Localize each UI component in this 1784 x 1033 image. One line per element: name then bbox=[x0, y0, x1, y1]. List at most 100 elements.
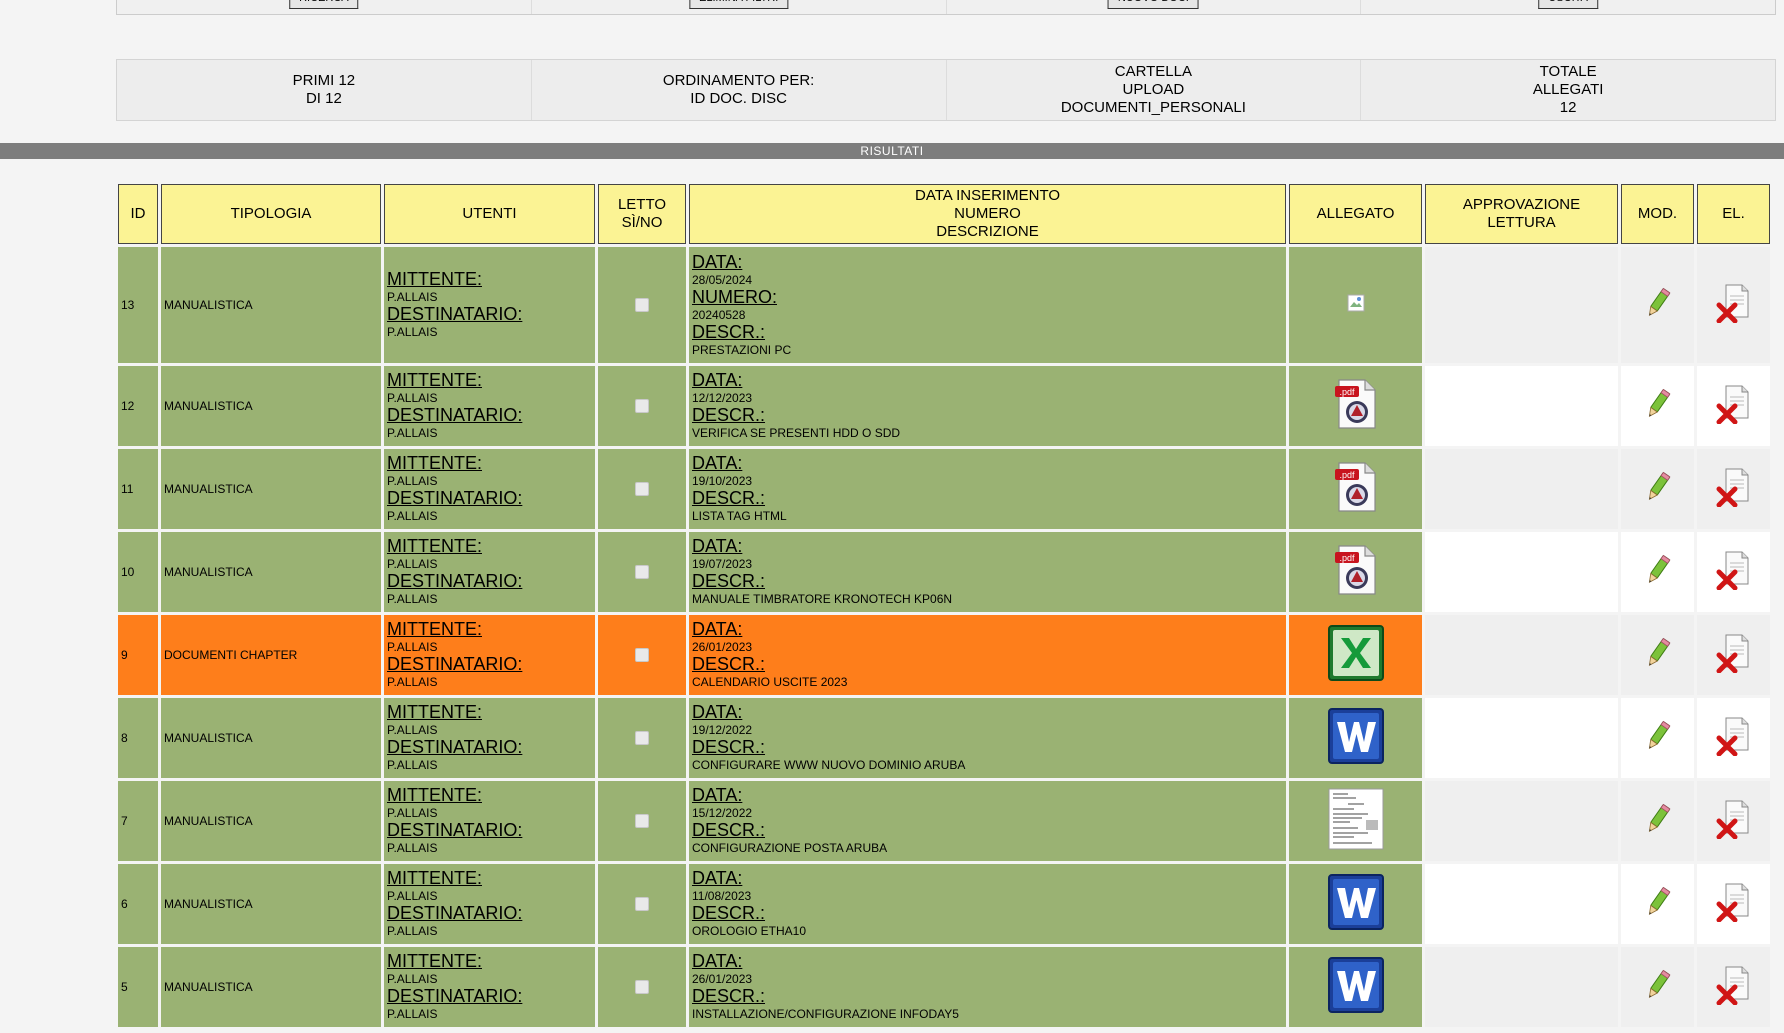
read-checkbox[interactable] bbox=[635, 979, 649, 994]
delete-document-icon[interactable] bbox=[1716, 550, 1752, 595]
read-checkbox[interactable] bbox=[635, 564, 649, 579]
utenti-cell: MITTENTE: P.ALLAIS DESTINATARIO: P.ALLAI… bbox=[384, 247, 595, 363]
read-checkbox[interactable] bbox=[635, 647, 649, 662]
mod-cell bbox=[1621, 864, 1694, 944]
col-header-id[interactable]: ID bbox=[118, 184, 158, 244]
edit-pencil-icon[interactable] bbox=[1642, 388, 1674, 425]
edit-pencil-icon[interactable] bbox=[1642, 637, 1674, 674]
table-header-row: ID TIPOLOGIA UTENTI LETTO SÌ/NO DATA INSE… bbox=[118, 184, 1770, 244]
table-row[interactable]: 12 MANUALISTICA MITTENTE: P.ALLAIS DESTI… bbox=[118, 366, 1770, 446]
delete-document-icon[interactable] bbox=[1716, 882, 1752, 927]
table-row[interactable]: 13 MANUALISTICA MITTENTE: P.ALLAIS DESTI… bbox=[118, 247, 1770, 363]
mittente-label: MITTENTE: bbox=[387, 702, 482, 722]
tipologia-cell: MANUALISTICA bbox=[161, 781, 381, 861]
descr-value: PRESTAZIONI PC bbox=[692, 342, 792, 357]
id-cell: 11 bbox=[118, 449, 158, 529]
search-button[interactable]: RICERCA bbox=[289, 0, 359, 9]
delete-document-icon[interactable] bbox=[1716, 965, 1752, 1010]
edit-pencil-icon[interactable] bbox=[1642, 969, 1674, 1006]
pdf-icon[interactable]: .pdf bbox=[1333, 544, 1379, 601]
tipologia-cell: MANUALISTICA bbox=[161, 947, 381, 1027]
id-cell: 5 bbox=[118, 947, 158, 1027]
edit-pencil-icon[interactable] bbox=[1642, 471, 1674, 508]
data-value: 19/12/2022 bbox=[692, 723, 753, 737]
edit-pencil-icon[interactable] bbox=[1642, 554, 1674, 591]
clear-filters-button[interactable]: ELIMINA FILTRI bbox=[688, 0, 789, 9]
new-document-button[interactable]: NUOVO DOC. bbox=[1107, 0, 1199, 9]
edit-pencil-icon[interactable] bbox=[1642, 803, 1674, 840]
descr-label: DESCR.: bbox=[692, 321, 766, 342]
word-icon[interactable] bbox=[1327, 956, 1384, 1018]
table-row[interactable]: 5 MANUALISTICA MITTENTE: P.ALLAIS DESTIN… bbox=[118, 947, 1770, 1027]
mittente-value: P.ALLAIS bbox=[387, 723, 438, 737]
tipologia-cell: MANUALISTICA bbox=[161, 698, 381, 778]
table-row[interactable]: 7 MANUALISTICA MITTENTE: P.ALLAIS DESTIN… bbox=[118, 781, 1770, 861]
pdf-icon[interactable]: .pdf bbox=[1333, 378, 1379, 435]
table-row[interactable]: 9 DOCUMENTI CHAPTER MITTENTE: P.ALLAIS D… bbox=[118, 615, 1770, 695]
read-checkbox[interactable] bbox=[635, 813, 649, 828]
table-row[interactable]: 6 MANUALISTICA MITTENTE: P.ALLAIS DESTIN… bbox=[118, 864, 1770, 944]
id-cell: 8 bbox=[118, 698, 158, 778]
results-table: ID TIPOLOGIA UTENTI LETTO SÌ/NO DATA INSE… bbox=[115, 181, 1773, 1030]
edit-pencil-icon[interactable] bbox=[1642, 287, 1674, 324]
utenti-cell: MITTENTE: P.ALLAIS DESTINATARIO: P.ALLAI… bbox=[384, 698, 595, 778]
table-row[interactable]: 10 MANUALISTICA MITTENTE: P.ALLAIS DESTI… bbox=[118, 532, 1770, 612]
edit-pencil-icon[interactable] bbox=[1642, 720, 1674, 757]
delete-document-icon[interactable] bbox=[1716, 283, 1752, 328]
col-header-approvazione[interactable]: APPROVAZIONE LETTURA bbox=[1425, 184, 1618, 244]
id-cell: 13 bbox=[118, 247, 158, 363]
read-checkbox[interactable] bbox=[635, 896, 649, 911]
col-header-utenti[interactable]: UTENTI bbox=[384, 184, 595, 244]
descr-label: DESCR.: bbox=[692, 986, 766, 1006]
data-label: DATA: bbox=[692, 536, 743, 556]
col-header-allegato[interactable]: ALLEGATO bbox=[1289, 184, 1422, 244]
read-checkbox[interactable] bbox=[635, 297, 649, 312]
data-label: DATA: bbox=[692, 868, 743, 888]
delete-document-icon[interactable] bbox=[1716, 467, 1752, 512]
attachments-total: TOTALE ALLEGATI 12 bbox=[1532, 63, 1604, 116]
word-icon[interactable] bbox=[1327, 707, 1384, 769]
read-checkbox[interactable] bbox=[635, 730, 649, 745]
utenti-cell: MITTENTE: P.ALLAIS DESTINATARIO: P.ALLAI… bbox=[384, 781, 595, 861]
document-thumbnail-icon[interactable] bbox=[1328, 788, 1384, 855]
descr-label: DESCR.: bbox=[692, 488, 766, 508]
descr-value: MANUALE TIMBRATORE KRONOTECH KP06N bbox=[692, 592, 953, 606]
el-cell bbox=[1697, 247, 1770, 363]
letto-cell bbox=[598, 698, 686, 778]
col-header-mod[interactable]: MOD. bbox=[1621, 184, 1694, 244]
col-header-el[interactable]: EL. bbox=[1697, 184, 1770, 244]
delete-document-icon[interactable] bbox=[1716, 716, 1752, 761]
destinatario-label: DESTINATARIO: bbox=[387, 986, 523, 1006]
col-header-data[interactable]: DATA INSERIMENTO NUMERO DESCRIZIONE bbox=[689, 184, 1286, 244]
table-row[interactable]: 8 MANUALISTICA MITTENTE: P.ALLAIS DESTIN… bbox=[118, 698, 1770, 778]
destinatario-label: DESTINATARIO: bbox=[387, 903, 523, 923]
numero-value: 20240528 bbox=[692, 307, 746, 322]
destinatario-label: DESTINATARIO: bbox=[387, 304, 523, 324]
edit-pencil-icon[interactable] bbox=[1642, 886, 1674, 923]
broken-image-icon[interactable] bbox=[1347, 294, 1365, 317]
el-cell bbox=[1697, 947, 1770, 1027]
tipologia-cell: DOCUMENTI CHAPTER bbox=[161, 615, 381, 695]
mittente-label: MITTENTE: bbox=[387, 453, 482, 473]
exit-button[interactable]: USCITA bbox=[1538, 0, 1598, 9]
destinatario-label: DESTINATARIO: bbox=[387, 488, 523, 508]
read-checkbox[interactable] bbox=[635, 398, 649, 413]
mittente-label: MITTENTE: bbox=[387, 370, 482, 390]
word-icon[interactable] bbox=[1327, 873, 1384, 935]
descr-label: DESCR.: bbox=[692, 571, 766, 591]
destinatario-value: P.ALLAIS bbox=[387, 924, 438, 938]
delete-document-icon[interactable] bbox=[1716, 384, 1752, 429]
destinatario-value: P.ALLAIS bbox=[387, 841, 438, 855]
delete-document-icon[interactable] bbox=[1716, 633, 1752, 678]
col-header-letto[interactable]: LETTO SÌ/NO bbox=[598, 184, 686, 244]
allegato-cell bbox=[1289, 698, 1422, 778]
read-checkbox[interactable] bbox=[635, 481, 649, 496]
approvazione-cell bbox=[1425, 366, 1618, 446]
pdf-icon[interactable]: .pdf bbox=[1333, 461, 1379, 518]
table-row[interactable]: 11 MANUALISTICA MITTENTE: P.ALLAIS DESTI… bbox=[118, 449, 1770, 529]
descr-value: CALENDARIO USCITE 2023 bbox=[692, 675, 848, 689]
excel-icon[interactable] bbox=[1327, 624, 1384, 686]
delete-document-icon[interactable] bbox=[1716, 799, 1752, 844]
destinatario-value: P.ALLAIS bbox=[387, 426, 438, 440]
col-header-tipologia[interactable]: TIPOLOGIA bbox=[161, 184, 381, 244]
